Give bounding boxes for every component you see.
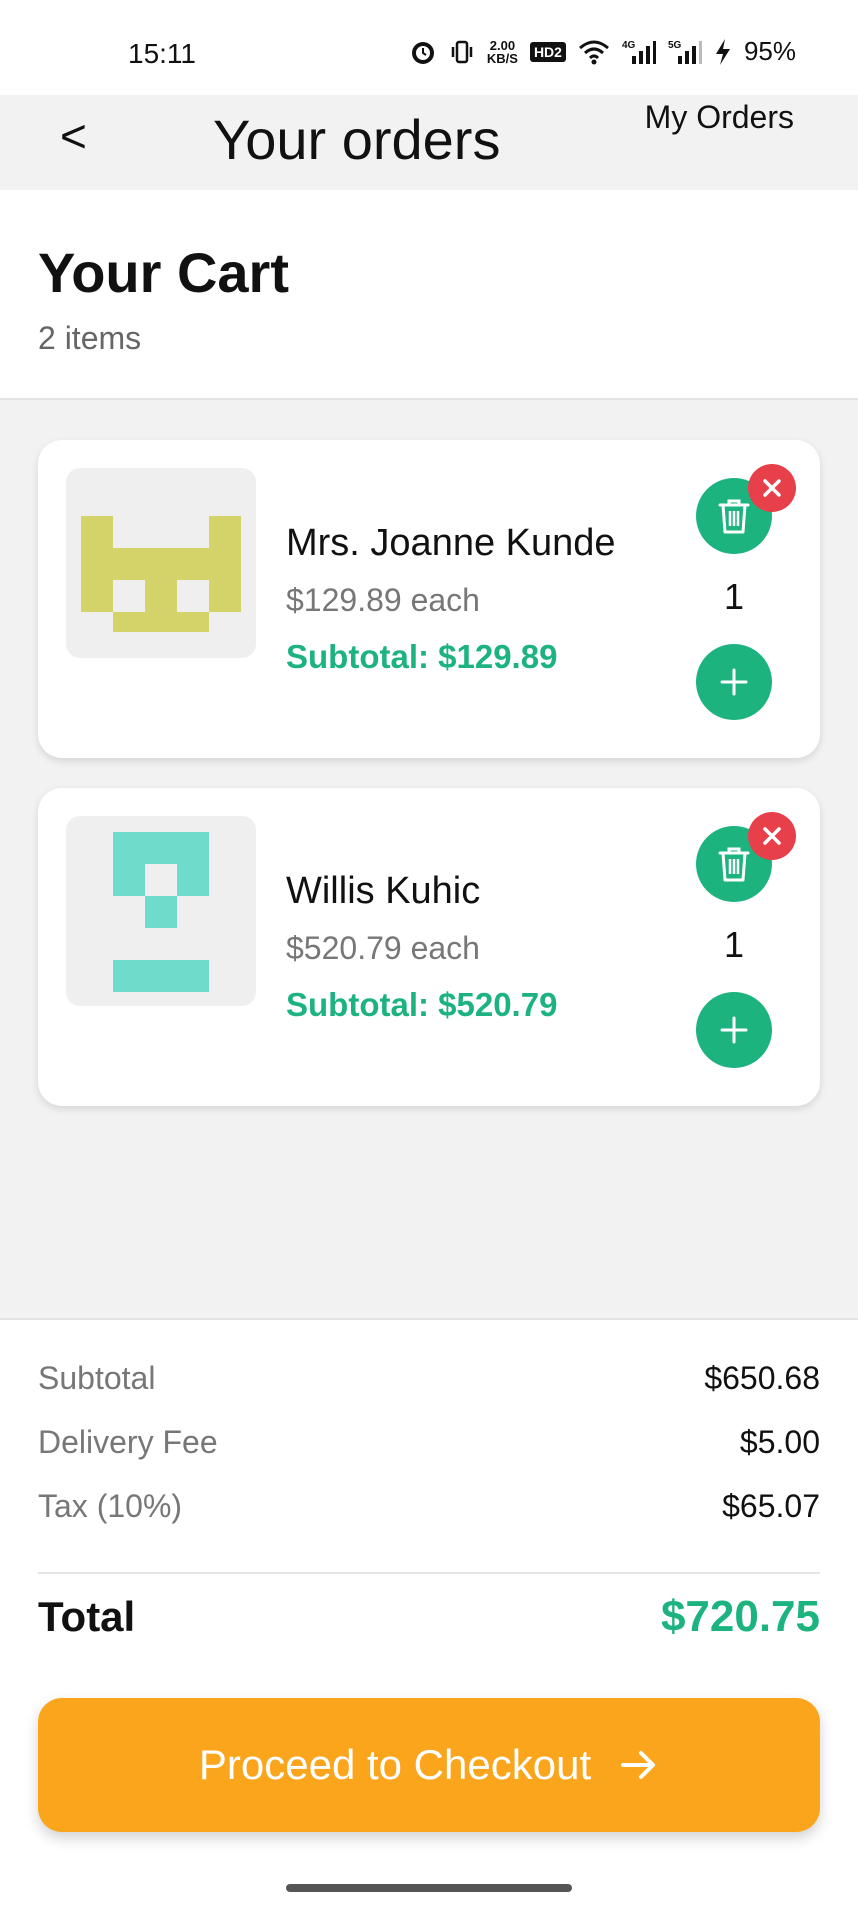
trash-icon <box>718 499 750 534</box>
net-speed-unit: KB/S <box>486 50 518 66</box>
cart-item-count: 2 items <box>38 320 142 356</box>
page-title: Your orders <box>213 108 501 171</box>
product-subtotal: Subtotal: $520.79 <box>286 986 558 1023</box>
close-icon <box>763 827 781 845</box>
tax-value: $65.07 <box>722 1488 820 1524</box>
product-thumbnail <box>66 468 256 658</box>
home-indicator[interactable] <box>286 1884 572 1892</box>
product-subtotal: Subtotal: $129.89 <box>286 638 558 675</box>
product-name: Willis Kuhic <box>286 870 481 912</box>
svg-text:5G: 5G <box>668 40 682 51</box>
tax-row: Tax (10%) $65.07 <box>38 1488 820 1525</box>
alarm-icon <box>409 38 437 66</box>
vibrate-icon <box>449 38 475 66</box>
delivery-fee-row: Delivery Fee $5.00 <box>38 1424 820 1461</box>
signal-4g-icon: 4G <box>622 38 656 66</box>
signal-5g-icon: 5G <box>668 38 702 66</box>
total-value: $720.75 <box>660 1592 820 1641</box>
plus-icon <box>720 1016 748 1044</box>
order-summary: Subtotal $650.68 Delivery Fee $5.00 Tax … <box>0 1318 858 1908</box>
net-speed-value: 2.00 <box>489 37 516 53</box>
subtotal-label: Subtotal <box>38 1360 156 1396</box>
svg-text:4G: 4G <box>622 40 636 51</box>
delivery-fee-value: $5.00 <box>739 1424 820 1460</box>
status-time: 15:11 <box>128 38 196 69</box>
charging-icon <box>714 38 732 66</box>
checkout-button-label: Proceed to Checkout <box>198 1741 592 1788</box>
back-button[interactable]: < <box>60 109 87 163</box>
status-bar: 15:11 2.00 KB/S HD2 4G 5G 95% <box>0 0 858 95</box>
my-orders-link[interactable]: My Orders <box>645 99 794 136</box>
plus-icon <box>720 668 748 696</box>
summary-divider <box>38 1572 820 1574</box>
cart-item: Willis Kuhic $520.79 each Subtotal: $520… <box>38 788 820 1106</box>
arrow-right-icon <box>621 1751 656 1779</box>
tax-label: Tax (10%) <box>38 1488 183 1524</box>
increase-quantity-button[interactable] <box>696 992 772 1068</box>
total-label: Total <box>38 1593 136 1640</box>
quantity-value: 1 <box>723 576 745 617</box>
product-unit-price: $129.89 each <box>286 582 480 618</box>
increase-quantity-button[interactable] <box>696 644 772 720</box>
total-row: Total $720.75 <box>38 1592 820 1642</box>
remove-item-button[interactable] <box>748 812 796 860</box>
status-icons: 2.00 KB/S HD2 4G 5G 95% <box>409 36 796 67</box>
product-name: Mrs. Joanne Kunde <box>286 522 616 564</box>
subtotal-row: Subtotal $650.68 <box>38 1360 820 1397</box>
trash-icon <box>718 847 750 882</box>
battery-level: 95% <box>743 36 796 66</box>
product-thumbnail <box>66 816 256 1006</box>
cart-items-list: Mrs. Joanne Kunde $129.89 each Subtotal:… <box>0 400 858 1318</box>
header: < Your orders My Orders <box>0 95 858 190</box>
subtotal-value: $650.68 <box>704 1360 820 1396</box>
checkout-button[interactable]: Proceed to Checkout <box>38 1698 820 1832</box>
quantity-value: 1 <box>723 924 745 965</box>
remove-item-button[interactable] <box>748 464 796 512</box>
cart-item: Mrs. Joanne Kunde $129.89 each Subtotal:… <box>38 440 820 758</box>
net-speed: 2.00 KB/S <box>487 39 518 65</box>
product-unit-price: $520.79 each <box>286 930 480 966</box>
cart-title: Your Cart <box>38 241 289 304</box>
hd-badge: HD2 <box>529 41 566 62</box>
delivery-fee-label: Delivery Fee <box>38 1424 218 1460</box>
close-icon <box>763 479 781 497</box>
cart-heading: Your Cart 2 items <box>0 190 858 400</box>
wifi-icon <box>578 39 610 65</box>
